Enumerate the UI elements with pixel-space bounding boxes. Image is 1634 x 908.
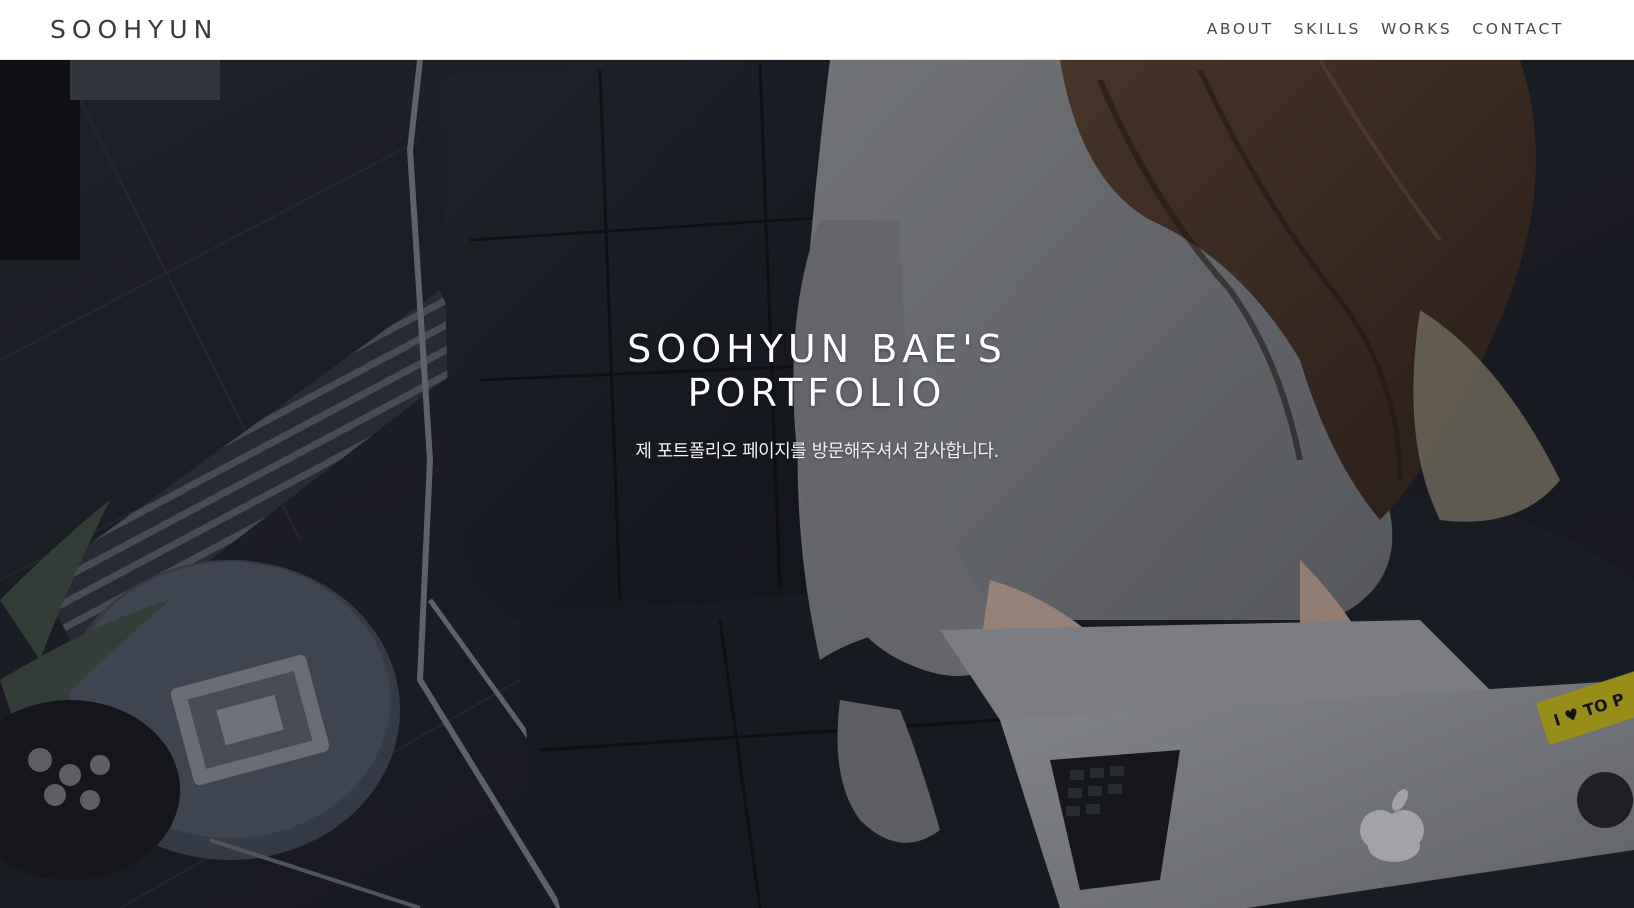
hero-section: I ♥ TO P [0,60,1634,908]
nav-item-about: ABOUT [1207,20,1274,39]
nav-link-works[interactable]: WORKS [1381,20,1452,38]
main-nav: ABOUT SKILLS WORKS CONTACT [1207,20,1564,39]
nav-item-skills: SKILLS [1294,20,1361,39]
hero-text-block: SOOHYUN BAE'S PORTFOLIO 제 포트폴리오 페이지를 방문해… [0,327,1634,463]
nav-item-works: WORKS [1381,20,1452,39]
hero-title: SOOHYUN BAE'S PORTFOLIO [627,327,1007,415]
nav-item-contact: CONTACT [1472,20,1564,39]
portfolio-page: SOOHYUN ABOUT SKILLS WORKS CONTACT I ♥ T… [0,0,1634,908]
site-header: SOOHYUN ABOUT SKILLS WORKS CONTACT [0,0,1634,60]
nav-link-contact[interactable]: CONTACT [1472,20,1564,38]
nav-link-about[interactable]: ABOUT [1207,20,1274,38]
nav-link-skills[interactable]: SKILLS [1294,20,1361,38]
site-logo[interactable]: SOOHYUN [50,15,218,44]
hero-subtitle: 제 포트폴리오 페이지를 방문해주셔서 감사합니다. [635,441,999,462]
hero-overlay [0,60,1634,908]
